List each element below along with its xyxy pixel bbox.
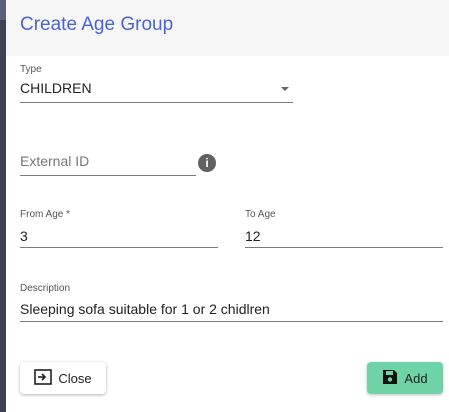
save-icon: [382, 369, 398, 388]
type-label: Type: [20, 64, 42, 75]
close-button[interactable]: Close: [20, 362, 106, 394]
type-underline: [20, 102, 293, 103]
dialog-header: Create Age Group: [6, 0, 449, 56]
type-value[interactable]: CHILDREN: [20, 80, 92, 96]
from-age-label: From Age *: [20, 209, 71, 220]
external-id-underline: [20, 175, 196, 176]
info-icon[interactable]: i: [198, 154, 216, 172]
close-button-label: Close: [58, 370, 92, 386]
to-age-label: To Age: [245, 209, 276, 220]
add-button[interactable]: Add: [367, 362, 443, 394]
chevron-down-icon[interactable]: [281, 87, 289, 91]
dialog-title: Create Age Group: [20, 14, 174, 35]
description-input[interactable]: Sleeping sofa suitable for 1 or 2 chidlr…: [20, 301, 270, 317]
description-label: Description: [20, 283, 71, 294]
from-age-input[interactable]: 3: [20, 228, 28, 244]
external-id-input[interactable]: External ID: [20, 153, 89, 169]
exit-box-icon: [34, 368, 53, 388]
description-underline: [20, 321, 443, 322]
from-age-underline: [20, 247, 218, 248]
add-button-label: Add: [404, 370, 428, 386]
to-age-underline: [245, 247, 443, 248]
to-age-input[interactable]: 12: [245, 228, 261, 244]
create-age-group-dialog: Create Age Group Type CHILDREN External …: [6, 0, 449, 412]
